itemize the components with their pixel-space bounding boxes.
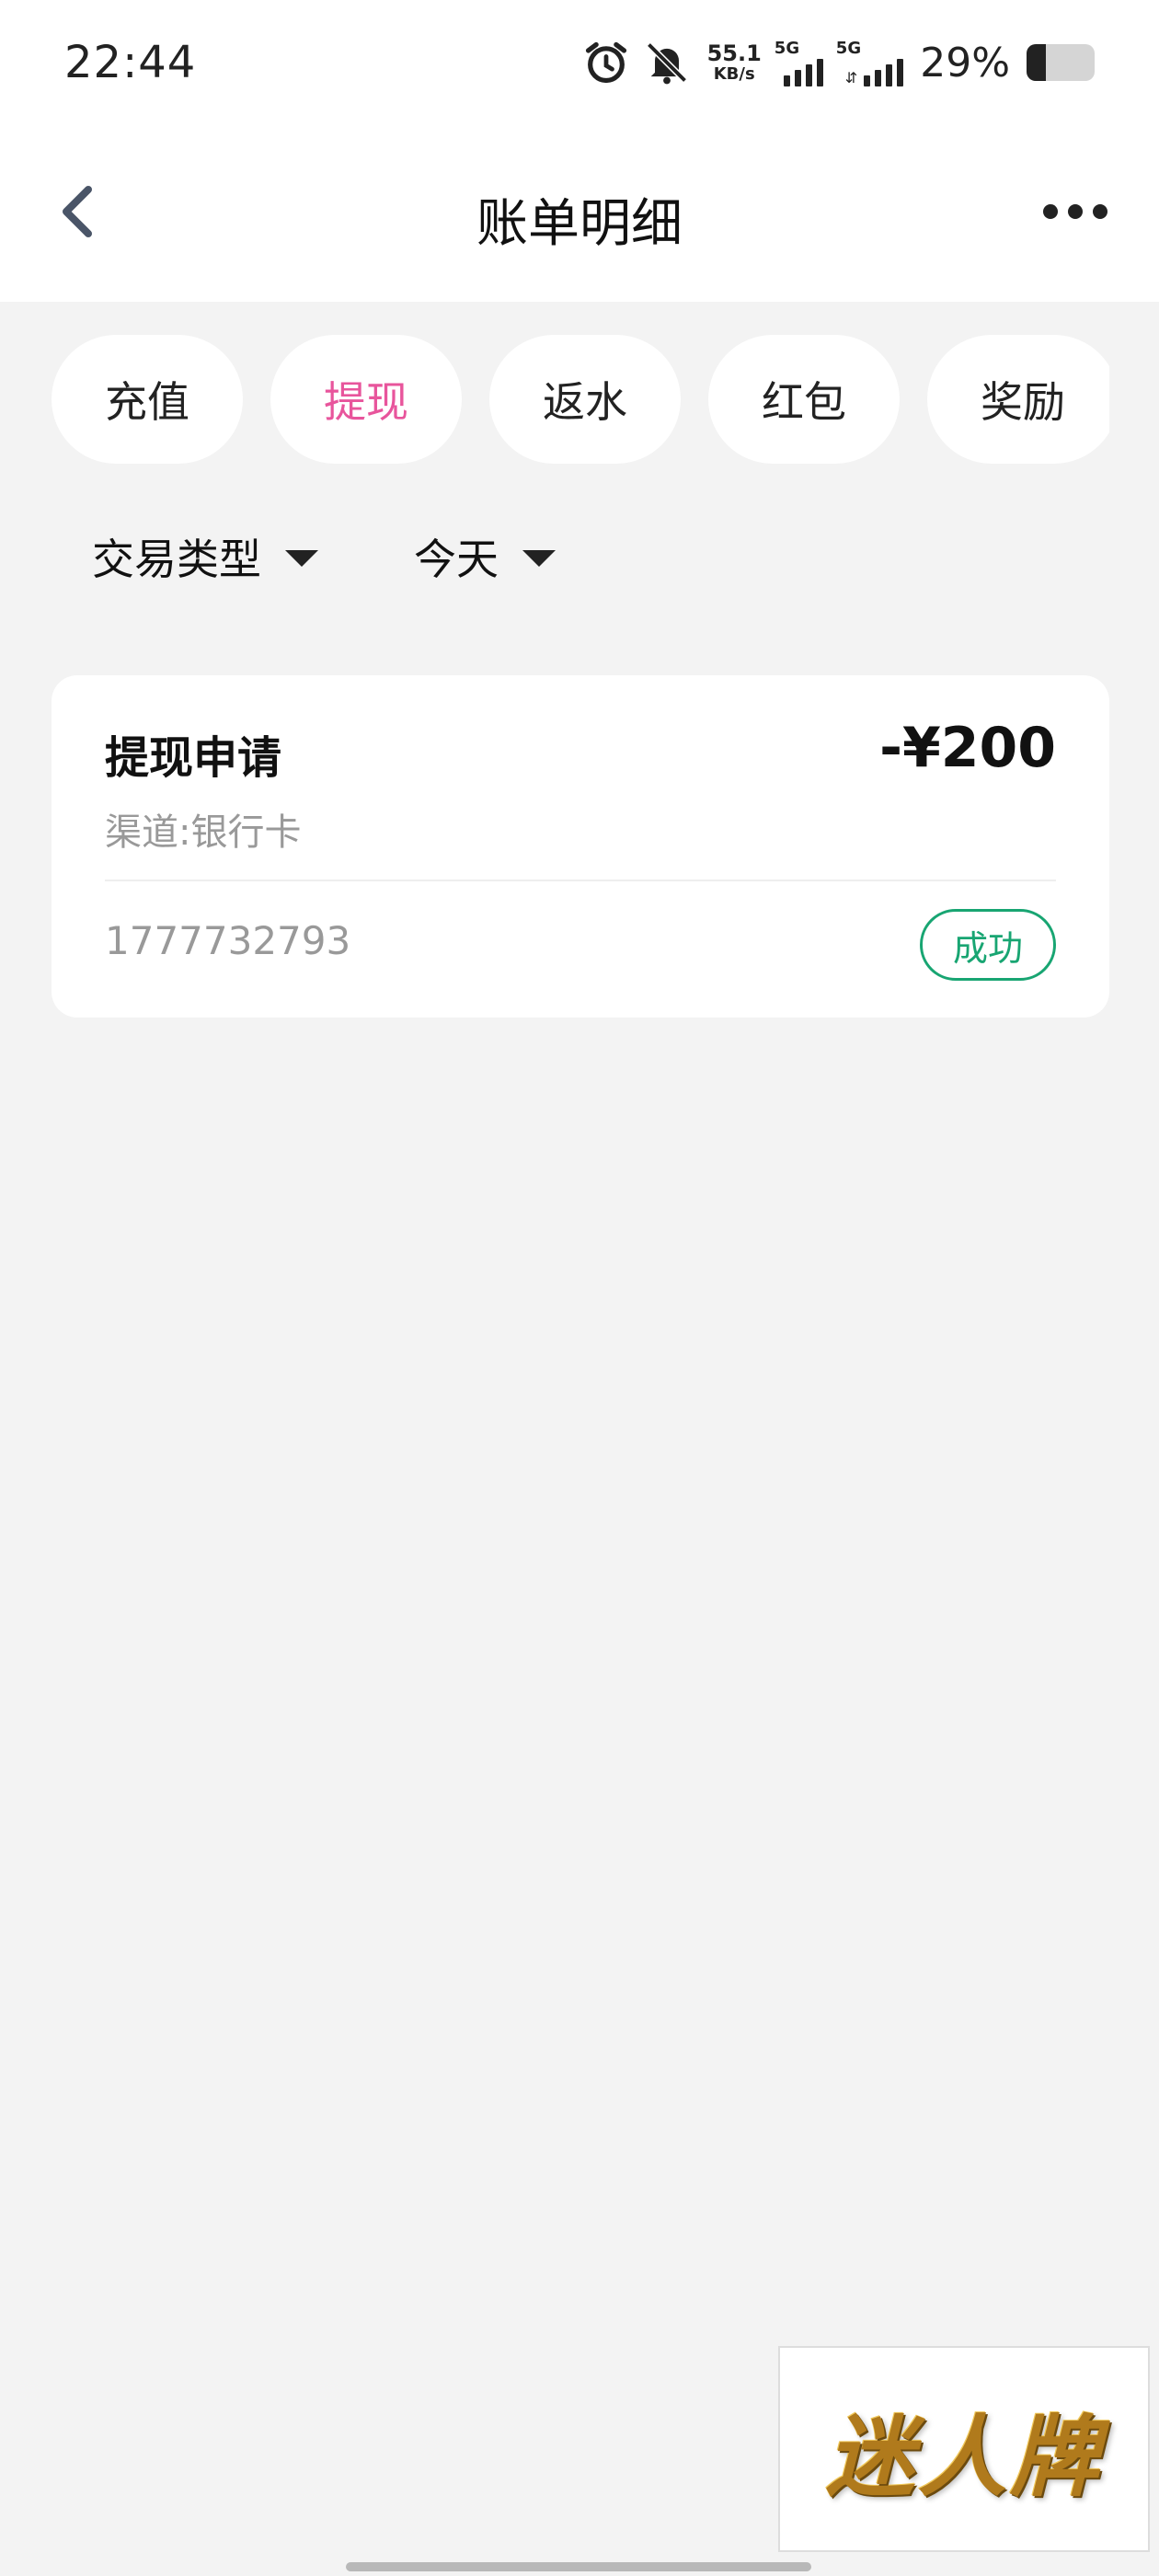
watermark-text: 迷人牌 — [826, 2404, 1102, 2509]
battery-fill — [1027, 44, 1047, 81]
status-time: 22:44 — [64, 37, 197, 88]
tab-reward[interactable]: 奖励 — [927, 335, 1109, 464]
net-speed-value: 55.1 — [706, 40, 762, 66]
watermark-logo: 迷人牌 — [778, 2346, 1150, 2552]
signal-sim2: 5G ⇵ — [835, 39, 904, 86]
tab-withdraw[interactable]: 提现 — [270, 335, 462, 464]
battery-percent: 29% — [920, 39, 1010, 86]
record-title: 提现申请 — [105, 732, 282, 784]
date-filter[interactable]: 今天 — [414, 526, 556, 587]
battery-icon — [1027, 44, 1095, 81]
tab-rebate[interactable]: 返水 — [489, 335, 681, 464]
divider — [105, 880, 1056, 881]
more-horizontal-icon[interactable] — [1043, 195, 1107, 228]
status-bar: 22:44 55.1 KB/s 5G 5G ⇵ 29% — [0, 0, 1159, 129]
date-filter-label: 今天 — [414, 535, 499, 584]
filter-bar: 交易类型 今天 — [92, 524, 556, 589]
transaction-type-filter[interactable]: 交易类型 — [92, 526, 318, 587]
status-badge: 成功 — [920, 909, 1056, 981]
alarm-icon — [585, 41, 626, 84]
transaction-type-label: 交易类型 — [92, 535, 261, 584]
sim2-label: 5G — [835, 39, 862, 58]
record-channel: 渠道:银行卡 — [105, 811, 302, 854]
caret-down-icon — [285, 550, 318, 567]
page-title: 账单明细 — [476, 194, 683, 254]
category-tabs: 充值 提现 返水 红包 奖励 — [52, 335, 1109, 464]
bell-muted-icon — [646, 42, 687, 85]
signal-sim1: 5G — [775, 39, 823, 86]
net-speed-unit: KB/s — [713, 64, 755, 84]
net-speed: 55.1 KB/s — [707, 42, 762, 83]
status-icons: 55.1 KB/s 5G 5G ⇵ 29% — [582, 35, 1095, 90]
sim1-label: 5G — [774, 39, 800, 58]
tab-red-packet[interactable]: 红包 — [708, 335, 900, 464]
record-order-number: 1777732793 — [105, 918, 351, 963]
record-amount: -¥200 — [879, 716, 1056, 780]
caret-down-icon — [522, 550, 556, 567]
tab-recharge[interactable]: 充值 — [52, 335, 243, 464]
home-indicator[interactable] — [346, 2562, 811, 2571]
nav-bar: 账单明细 — [0, 138, 1159, 285]
record-card[interactable]: 提现申请 -¥200 渠道:银行卡 1777732793 成功 — [52, 675, 1109, 1018]
